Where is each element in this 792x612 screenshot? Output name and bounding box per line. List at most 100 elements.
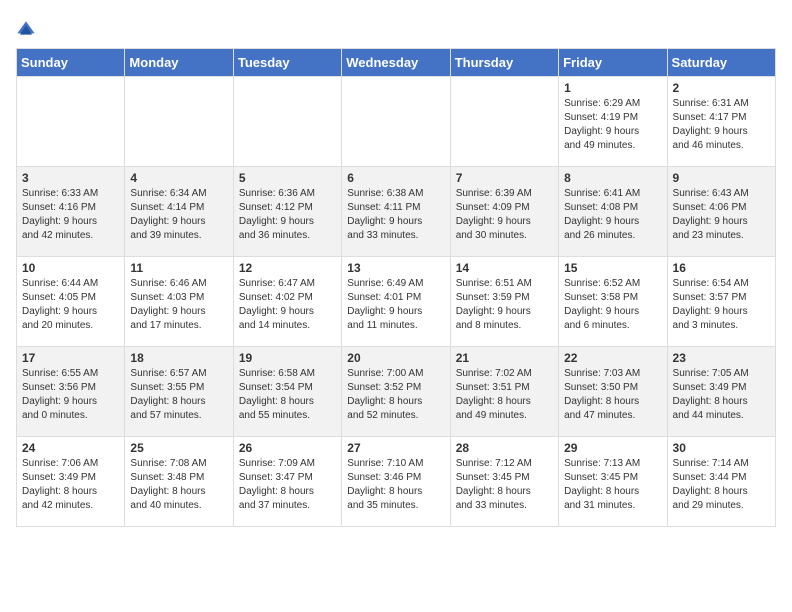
day-number: 25 [130, 441, 227, 455]
calendar-cell: 30 Sunrise: 7:14 AM Sunset: 3:44 PM Dayli… [667, 437, 775, 527]
calendar-cell: 29 Sunrise: 7:13 AM Sunset: 3:45 PM Dayli… [559, 437, 667, 527]
calendar-cell: 17Sunrise: 6:55 AM Sunset: 3:56 PM Dayli… [17, 347, 125, 437]
calendar-cell: 5 Sunrise: 6:36 AM Sunset: 4:12 PM Daylig… [233, 167, 341, 257]
header [16, 16, 776, 40]
day-number: 7 [456, 171, 553, 185]
calendar-cell: 8 Sunrise: 6:41 AM Sunset: 4:08 PM Daylig… [559, 167, 667, 257]
calendar-cell: 14 Sunrise: 6:51 AM Sunset: 3:59 PM Dayli… [450, 257, 558, 347]
calendar-cell: 27Sunrise: 7:10 AM Sunset: 3:46 PM Dayli… [342, 437, 450, 527]
day-number: 30 [673, 441, 770, 455]
calendar-header-saturday: Saturday [667, 49, 775, 77]
calendar-cell: 24 Sunrise: 7:06 AM Sunset: 3:49 PM Dayli… [17, 437, 125, 527]
day-info: Sunrise: 6:31 AM Sunset: 4:17 PM Dayligh… [673, 97, 770, 153]
calendar-header-wednesday: Wednesday [342, 49, 450, 77]
day-number: 26 [239, 441, 336, 455]
day-number: 10 [22, 261, 119, 275]
calendar-cell: 21 Sunrise: 7:02 AM Sunset: 3:51 PM Dayli… [450, 347, 558, 437]
day-info: Sunrise: 6:34 AM Sunset: 4:14 PM Dayligh… [130, 187, 227, 243]
day-info: Sunrise: 7:02 AM Sunset: 3:51 PM Dayligh… [456, 367, 553, 423]
day-info: Sunrise: 7:14 AM Sunset: 3:44 PM Dayligh… [673, 457, 770, 513]
calendar-cell: 20Sunrise: 7:00 AM Sunset: 3:52 PM Dayli… [342, 347, 450, 437]
day-number: 18 [130, 351, 227, 365]
logo [16, 20, 40, 40]
day-info: Sunrise: 6:54 AM Sunset: 3:57 PM Dayligh… [673, 277, 770, 333]
day-info: Sunrise: 6:57 AM Sunset: 3:55 PM Dayligh… [130, 367, 227, 423]
day-info: Sunrise: 7:12 AM Sunset: 3:45 PM Dayligh… [456, 457, 553, 513]
day-number: 4 [130, 171, 227, 185]
logo-icon [16, 20, 36, 40]
day-number: 3 [22, 171, 119, 185]
calendar-header-sunday: Sunday [17, 49, 125, 77]
day-number: 16 [673, 261, 770, 275]
day-number: 11 [130, 261, 227, 275]
day-info: Sunrise: 6:49 AM Sunset: 4:01 PM Dayligh… [347, 277, 444, 333]
day-info: Sunrise: 6:29 AM Sunset: 4:19 PM Dayligh… [564, 97, 661, 153]
day-number: 14 [456, 261, 553, 275]
calendar-cell: 23 Sunrise: 7:05 AM Sunset: 3:49 PM Dayli… [667, 347, 775, 437]
calendar-cell: 13 Sunrise: 6:49 AM Sunset: 4:01 PM Dayli… [342, 257, 450, 347]
calendar-cell: 1 Sunrise: 6:29 AM Sunset: 4:19 PM Daylig… [559, 77, 667, 167]
day-info: Sunrise: 6:33 AM Sunset: 4:16 PM Dayligh… [22, 187, 119, 243]
day-number: 12 [239, 261, 336, 275]
day-number: 24 [22, 441, 119, 455]
day-info: Sunrise: 7:09 AM Sunset: 3:47 PM Dayligh… [239, 457, 336, 513]
day-number: 23 [673, 351, 770, 365]
calendar-header-friday: Friday [559, 49, 667, 77]
calendar-cell: 10Sunrise: 6:44 AM Sunset: 4:05 PM Dayli… [17, 257, 125, 347]
calendar-cell [342, 77, 450, 167]
day-number: 29 [564, 441, 661, 455]
day-number: 13 [347, 261, 444, 275]
calendar-week-1: 1 Sunrise: 6:29 AM Sunset: 4:19 PM Daylig… [17, 77, 776, 167]
day-number: 1 [564, 81, 661, 95]
calendar-cell: 18 Sunrise: 6:57 AM Sunset: 3:55 PM Dayli… [125, 347, 233, 437]
calendar-cell [125, 77, 233, 167]
calendar-cell [17, 77, 125, 167]
day-number: 9 [673, 171, 770, 185]
day-info: Sunrise: 6:36 AM Sunset: 4:12 PM Dayligh… [239, 187, 336, 243]
calendar-cell: 19 Sunrise: 6:58 AM Sunset: 3:54 PM Dayli… [233, 347, 341, 437]
day-number: 28 [456, 441, 553, 455]
day-number: 17 [22, 351, 119, 365]
calendar-header-thursday: Thursday [450, 49, 558, 77]
calendar-cell: 25 Sunrise: 7:08 AM Sunset: 3:48 PM Dayli… [125, 437, 233, 527]
calendar-cell: 6 Sunrise: 6:38 AM Sunset: 4:11 PM Daylig… [342, 167, 450, 257]
calendar-cell: 9 Sunrise: 6:43 AM Sunset: 4:06 PM Daylig… [667, 167, 775, 257]
day-info: Sunrise: 6:46 AM Sunset: 4:03 PM Dayligh… [130, 277, 227, 333]
calendar-header-monday: Monday [125, 49, 233, 77]
day-number: 8 [564, 171, 661, 185]
calendar-cell: 2 Sunrise: 6:31 AM Sunset: 4:17 PM Daylig… [667, 77, 775, 167]
calendar-cell: 15Sunrise: 6:52 AM Sunset: 3:58 PM Dayli… [559, 257, 667, 347]
day-number: 21 [456, 351, 553, 365]
calendar-cell: 12Sunrise: 6:47 AM Sunset: 4:02 PM Dayli… [233, 257, 341, 347]
calendar-cell: 4 Sunrise: 6:34 AM Sunset: 4:14 PM Daylig… [125, 167, 233, 257]
calendar-cell: 16 Sunrise: 6:54 AM Sunset: 3:57 PM Dayli… [667, 257, 775, 347]
day-number: 27 [347, 441, 444, 455]
day-info: Sunrise: 6:52 AM Sunset: 3:58 PM Dayligh… [564, 277, 661, 333]
day-info: Sunrise: 6:39 AM Sunset: 4:09 PM Dayligh… [456, 187, 553, 243]
calendar-week-4: 17Sunrise: 6:55 AM Sunset: 3:56 PM Dayli… [17, 347, 776, 437]
calendar-week-5: 24 Sunrise: 7:06 AM Sunset: 3:49 PM Dayli… [17, 437, 776, 527]
calendar-header-tuesday: Tuesday [233, 49, 341, 77]
calendar-cell: 22Sunrise: 7:03 AM Sunset: 3:50 PM Dayli… [559, 347, 667, 437]
day-info: Sunrise: 6:58 AM Sunset: 3:54 PM Dayligh… [239, 367, 336, 423]
day-number: 19 [239, 351, 336, 365]
day-info: Sunrise: 6:38 AM Sunset: 4:11 PM Dayligh… [347, 187, 444, 243]
day-number: 5 [239, 171, 336, 185]
calendar-week-3: 10Sunrise: 6:44 AM Sunset: 4:05 PM Dayli… [17, 257, 776, 347]
day-number: 22 [564, 351, 661, 365]
day-number: 2 [673, 81, 770, 95]
calendar-week-2: 3 Sunrise: 6:33 AM Sunset: 4:16 PM Daylig… [17, 167, 776, 257]
day-info: Sunrise: 6:51 AM Sunset: 3:59 PM Dayligh… [456, 277, 553, 333]
day-info: Sunrise: 6:41 AM Sunset: 4:08 PM Dayligh… [564, 187, 661, 243]
day-info: Sunrise: 7:08 AM Sunset: 3:48 PM Dayligh… [130, 457, 227, 513]
day-info: Sunrise: 6:43 AM Sunset: 4:06 PM Dayligh… [673, 187, 770, 243]
calendar-cell: 28 Sunrise: 7:12 AM Sunset: 3:45 PM Dayli… [450, 437, 558, 527]
calendar-cell: 7 Sunrise: 6:39 AM Sunset: 4:09 PM Daylig… [450, 167, 558, 257]
day-number: 6 [347, 171, 444, 185]
day-info: Sunrise: 7:06 AM Sunset: 3:49 PM Dayligh… [22, 457, 119, 513]
calendar-cell [233, 77, 341, 167]
calendar-header-row: SundayMondayTuesdayWednesdayThursdayFrid… [17, 49, 776, 77]
day-number: 20 [347, 351, 444, 365]
day-info: Sunrise: 7:13 AM Sunset: 3:45 PM Dayligh… [564, 457, 661, 513]
day-info: Sunrise: 7:05 AM Sunset: 3:49 PM Dayligh… [673, 367, 770, 423]
